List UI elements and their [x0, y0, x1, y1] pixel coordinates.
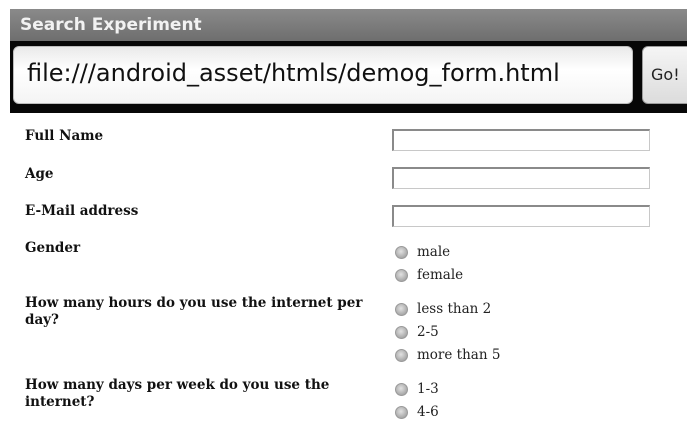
gender-option-label: male [417, 244, 451, 260]
email-label: E-Mail address [25, 203, 139, 219]
hours-per-day-label-line1: How many hours do you use the internet p… [25, 295, 363, 311]
gender-label: Gender [25, 240, 81, 256]
hours-per-day-label: How many hours do you use the internet p… [25, 295, 362, 329]
url-input[interactable]: file:///android_asset/htmls/demog_form.h… [13, 46, 633, 104]
url-bar: file:///android_asset/htmls/demog_form.h… [10, 41, 687, 113]
radio-button[interactable] [395, 348, 408, 362]
age-input[interactable] [392, 167, 650, 189]
url-text: file:///android_asset/htmls/demog_form.h… [27, 59, 560, 87]
days-option-label: 1-3 [417, 381, 439, 397]
radio-button[interactable] [395, 382, 408, 396]
hours-option-label: 2-5 [417, 324, 439, 340]
days-option-1-3[interactable]: 1-3 [395, 380, 439, 398]
hours-option-less-than-2[interactable]: less than 2 [395, 300, 491, 318]
radio-button[interactable] [395, 268, 408, 282]
hours-option-label: less than 2 [417, 301, 492, 317]
days-option-label: 4-6 [417, 404, 439, 420]
hours-option-label: more than 5 [417, 347, 501, 363]
days-per-week-label: How many days per week do you use the in… [25, 377, 329, 411]
demographics-form: Full Name Age E-Mail address Gender male… [10, 113, 687, 426]
gender-option-female[interactable]: female [395, 266, 463, 284]
full-name-label: Full Name [25, 128, 104, 144]
hours-option-more-than-5[interactable]: more than 5 [395, 346, 500, 364]
gender-option-label: female [417, 267, 464, 283]
hours-per-day-label-line2: day? [25, 312, 59, 328]
days-per-week-label-line2: internet? [25, 394, 95, 410]
gender-option-male[interactable]: male [395, 243, 450, 261]
age-label: Age [25, 166, 54, 182]
go-button-label: Go! [651, 65, 680, 84]
go-button[interactable]: Go! [642, 46, 687, 104]
radio-button[interactable] [395, 245, 408, 259]
hours-option-2-5[interactable]: 2-5 [395, 323, 439, 341]
radio-button[interactable] [395, 405, 408, 419]
title-bar: Search Experiment [10, 9, 687, 41]
email-input[interactable] [392, 205, 650, 227]
app-title: Search Experiment [20, 15, 202, 35]
days-per-week-label-line1: How many days per week do you use the [25, 377, 330, 393]
radio-button[interactable] [395, 302, 408, 316]
days-option-4-6[interactable]: 4-6 [395, 403, 439, 421]
full-name-input[interactable] [392, 129, 650, 151]
radio-button[interactable] [395, 325, 408, 339]
